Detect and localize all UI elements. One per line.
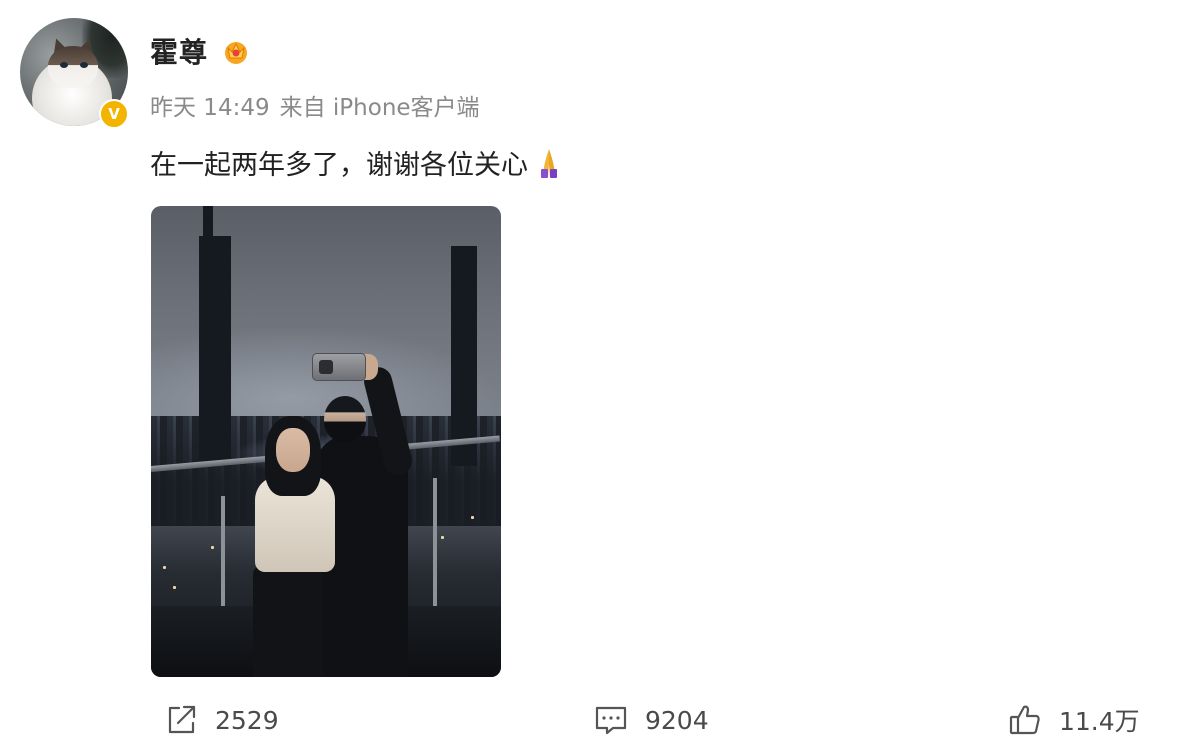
repost-count: 2529 [215,705,279,735]
post-text: 在一起两年多了，谢谢各位关心 [150,143,562,182]
post-text-body: 在一起两年多了，谢谢各位关心 [150,150,528,181]
action-bar: 2529 9204 11.4万 [0,690,1200,750]
photo-woman-pants [253,566,323,677]
photo-person-woman [251,416,341,677]
verified-badge-icon: V [99,99,129,129]
comment-count: 9204 [645,705,709,735]
photo-city-light [441,536,444,539]
photo-city-light [163,566,166,569]
like-button[interactable]: 11.4万 [1007,700,1140,740]
avatar-cat-eye-right [80,62,88,68]
photo-phone-camera [319,360,333,374]
share-icon [168,705,196,734]
crown-badge-icon[interactable] [222,38,250,66]
comment-button[interactable]: 9204 [593,700,709,740]
photo-building [199,236,231,466]
avatar-cat-eye-left [60,62,68,68]
repost-button[interactable]: 2529 [163,700,279,740]
photo-city-light [173,586,176,589]
photo-woman-face [276,428,310,472]
avatar-cat-face [48,46,98,88]
post-meta: 昨天 14:49 来自 iPhone客户端 [150,88,490,122]
weibo-post-card: V 霍尊 昨天 14:49 来自 iPhone客户端 在一起两年多了，谢谢各位关心 [0,0,1200,750]
author-name[interactable]: 霍尊 [150,31,208,71]
post-photo[interactable] [151,206,501,677]
photo-city-light [211,546,214,549]
post-time[interactable]: 昨天 14:49 [150,95,270,121]
photo-city-light [471,516,474,519]
thumbs-up-icon [1009,705,1040,735]
photo-phone [312,353,366,381]
post-source: 来自 iPhone客户端 [279,95,480,121]
comment-icon [595,706,627,735]
photo-building [451,246,477,466]
like-count: 11.4万 [1059,707,1140,736]
praying-hands-icon [541,148,557,178]
